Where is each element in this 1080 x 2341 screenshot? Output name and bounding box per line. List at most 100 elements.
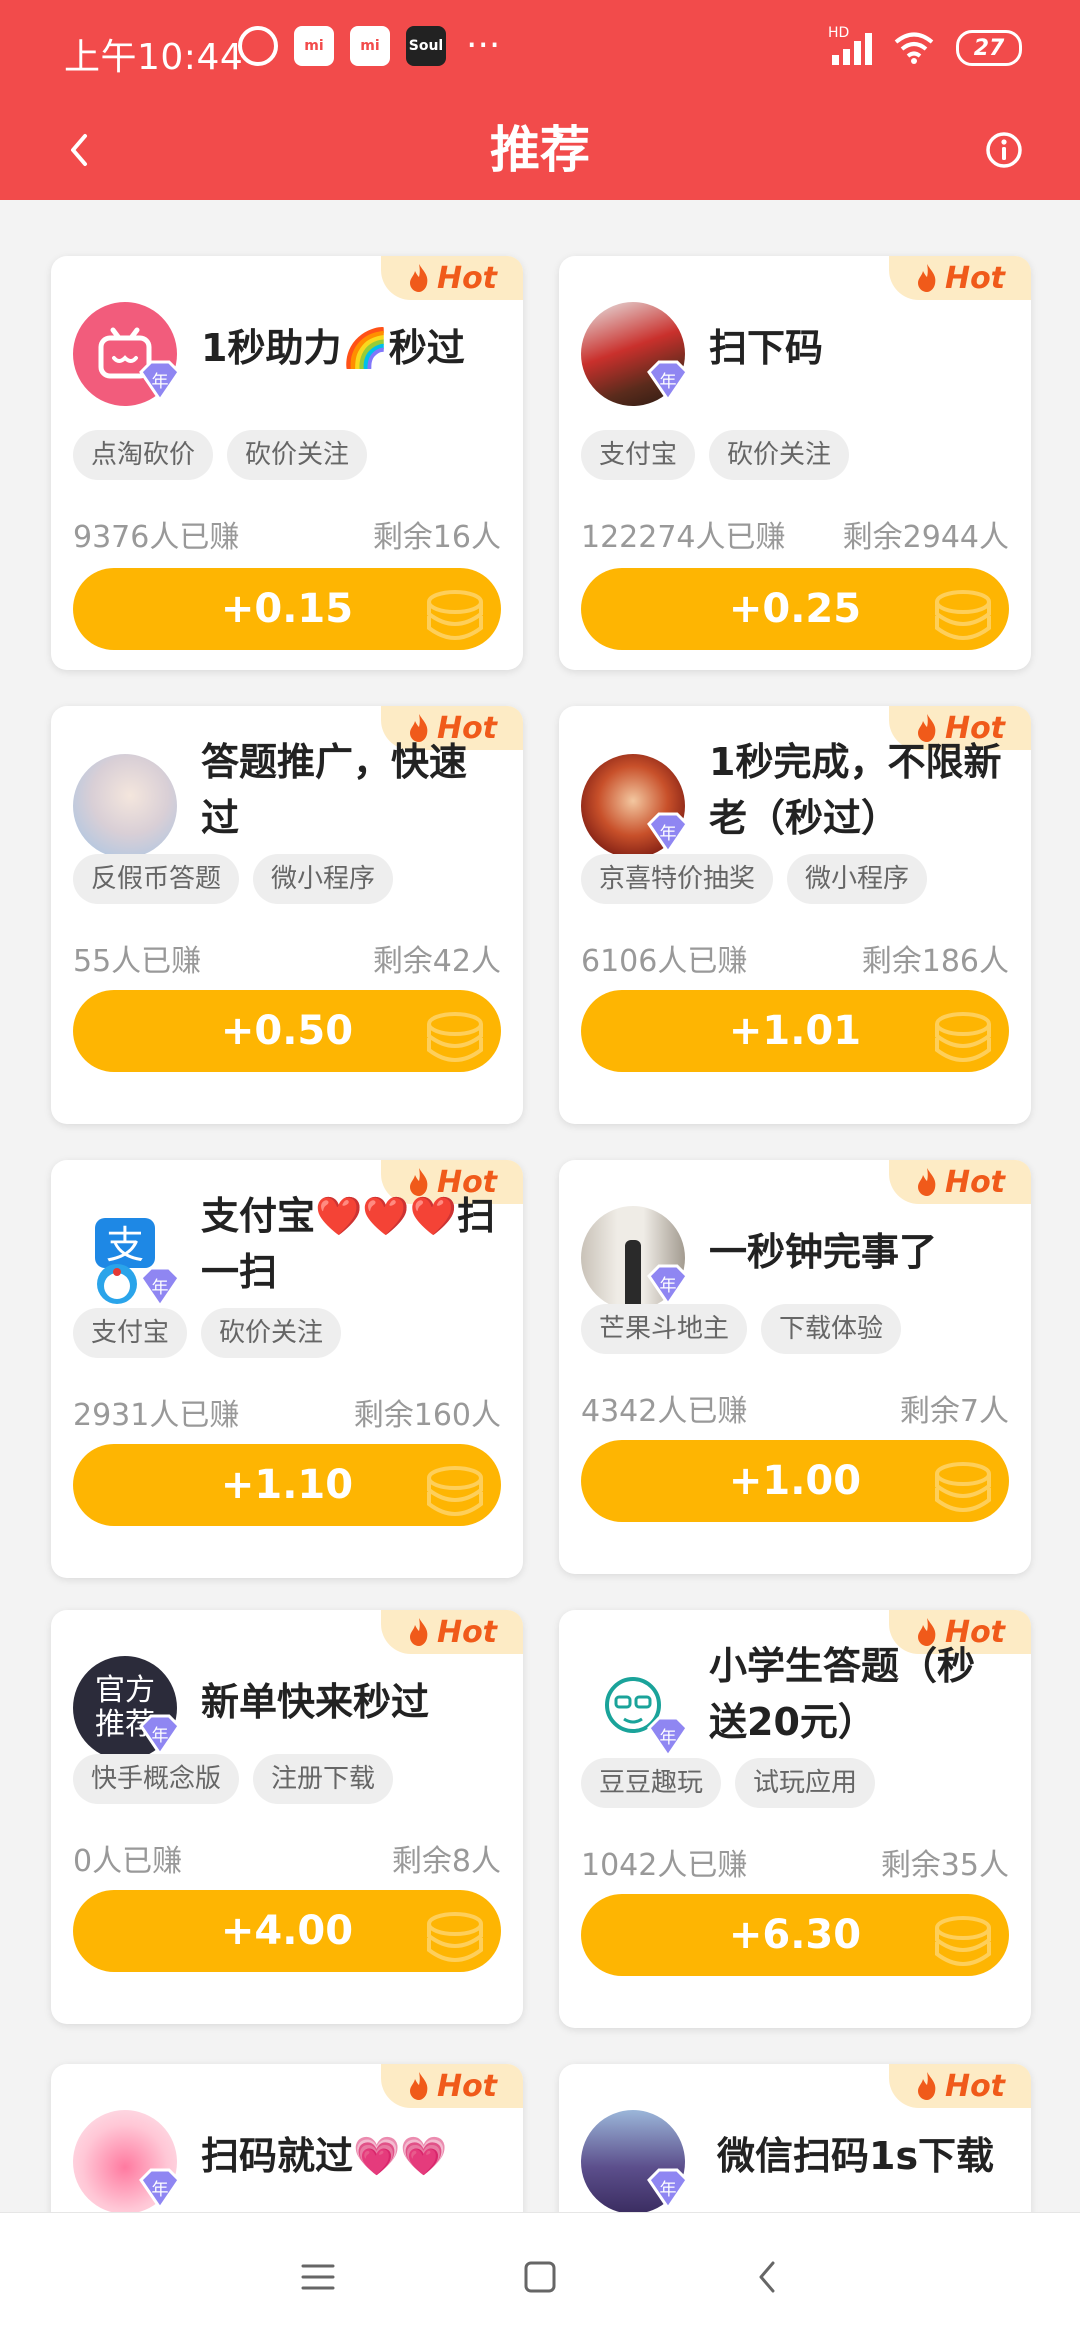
- coins-icon: [427, 1912, 483, 1962]
- flame-icon: [917, 264, 936, 292]
- svg-text:支: 支: [106, 1223, 144, 1267]
- year-badge: 年: [645, 810, 691, 856]
- reward-amount: +4.00: [220, 1908, 354, 1954]
- reward-amount: +1.10: [220, 1462, 354, 1508]
- avatar: 年: [581, 1658, 689, 1762]
- reward-button[interactable]: +1.01: [581, 990, 1009, 1072]
- app-bar: 推荐: [0, 100, 1080, 200]
- remaining-count: 剩余186人: [861, 944, 1009, 979]
- earned-count: 1042人已赚: [581, 1848, 748, 1883]
- avatar-text: 官方: [95, 1673, 155, 1708]
- year-badge: 年: [137, 1264, 183, 1310]
- tag-list: 支付宝 砍价关注: [581, 430, 850, 480]
- more-dots-icon: ···: [466, 25, 501, 66]
- earned-count: 0人已赚: [73, 1844, 183, 1879]
- coins-icon: [427, 1466, 483, 1516]
- coins-icon: [935, 590, 991, 640]
- menu-button[interactable]: [290, 2249, 346, 2305]
- task-stats: 4342人已赚 剩余7人: [581, 1386, 1009, 1430]
- remaining-count: 剩余7人: [899, 1394, 1009, 1429]
- coins-icon: [935, 1012, 991, 1062]
- year-badge: 年: [137, 2166, 183, 2212]
- tag-list: 点淘砍价 砍价关注: [73, 430, 368, 480]
- hd-label: HD: [828, 25, 850, 41]
- reward-button[interactable]: +1.00: [581, 1440, 1009, 1522]
- tag-list: 豆豆趣玩 试玩应用: [581, 1758, 876, 1808]
- remaining-count: 剩余8人: [391, 1844, 501, 1879]
- reward-button[interactable]: +6.30: [581, 1894, 1009, 1976]
- year-badge: 年: [645, 2166, 691, 2212]
- task-title: 一秒钟完事了: [709, 1230, 938, 1274]
- info-button[interactable]: [976, 122, 1032, 178]
- hot-badge: Hot: [381, 256, 523, 300]
- task-card[interactable]: Hot 年 一秒钟完事了 芒果斗地主 下载体验 4342人已赚 剩余7人 +1.…: [559, 1160, 1031, 1574]
- flame-icon: [917, 2072, 936, 2100]
- coins-icon: [935, 1462, 991, 1512]
- avatar: 年: [73, 302, 181, 406]
- hot-badge: Hot: [381, 1610, 523, 1654]
- remaining-count: 剩余2944人: [842, 520, 1009, 555]
- task-card[interactable]: Hot 年 小学生答题（秒送20元） 豆豆趣玩 试玩应用 1042人已赚 剩余3…: [559, 1610, 1031, 2028]
- tag: 反假币答题: [73, 854, 240, 904]
- task-title: 新单快来秒过: [201, 1680, 430, 1724]
- reward-button[interactable]: +0.15: [73, 568, 501, 650]
- task-card[interactable]: Hot 年 1秒完成，不限新老（秒过） 京喜特价抽奖 微小程序 6106人已赚 …: [559, 706, 1031, 1124]
- tag: 微小程序: [253, 854, 394, 904]
- tag-list: 快手概念版 注册下载: [73, 1754, 394, 1804]
- year-badge-label: 年: [152, 1726, 169, 1746]
- reward-amount: +6.30: [728, 1912, 862, 1958]
- tag-list: 京喜特价抽奖 微小程序: [581, 854, 928, 904]
- avatar: 官方 推荐 年: [73, 1656, 181, 1760]
- tag: 支付宝: [581, 430, 696, 480]
- hot-badge: Hot: [889, 256, 1031, 300]
- system-nav-bar: [0, 2212, 1080, 2341]
- task-card[interactable]: Hot 年 扫下码 支付宝 砍价关注 122274人已赚 剩余2944人 +0.…: [559, 256, 1031, 670]
- year-badge: 年: [137, 1712, 183, 1758]
- task-card[interactable]: Hot 支 年 支付宝❤️❤️❤️扫一扫 支付宝 砍价关注 2931人已赚 剩余…: [51, 1160, 523, 1578]
- coins-icon: [935, 1916, 991, 1966]
- tag: 注册下载: [253, 1754, 394, 1804]
- task-card[interactable]: Hot 答题推广，快速过 反假币答题 微小程序 55人已赚 剩余42人 +0.5…: [51, 706, 523, 1124]
- reward-amount: +0.25: [728, 586, 862, 632]
- earned-count: 2931人已赚: [73, 1398, 240, 1433]
- coins-icon: [427, 590, 483, 640]
- page-title: 推荐: [490, 121, 590, 179]
- tag-list: 支付宝 砍价关注: [73, 1308, 342, 1358]
- hot-badge: Hot: [889, 2064, 1031, 2108]
- reward-amount: +0.50: [220, 1008, 354, 1054]
- top-bar: 上午10:44 mi mi Soul ··· HD 27 推荐: [0, 0, 1080, 200]
- alarm-icon: [238, 26, 278, 66]
- task-card[interactable]: Hot 年 1秒助力🌈秒过 点淘砍价 砍价关注 9376人已赚 剩余16人 +0…: [51, 256, 523, 670]
- flame-icon: [409, 1618, 428, 1646]
- home-button[interactable]: [512, 2249, 568, 2305]
- reward-button[interactable]: +1.10: [73, 1444, 501, 1526]
- reward-button[interactable]: +0.50: [73, 990, 501, 1072]
- hot-badge: Hot: [889, 1160, 1031, 1204]
- tag: 下载体验: [761, 1304, 902, 1354]
- year-badge: 年: [645, 1714, 691, 1760]
- task-stats: 122274人已赚 剩余2944人: [581, 512, 1009, 556]
- earned-count: 9376人已赚: [73, 520, 240, 555]
- year-badge-label: 年: [152, 2180, 169, 2200]
- tag: 试玩应用: [735, 1758, 876, 1808]
- tag: 微小程序: [787, 854, 928, 904]
- task-stats: 6106人已赚 剩余186人: [581, 936, 1009, 980]
- task-card[interactable]: Hot 官方 推荐 年 新单快来秒过 快手概念版 注册下载 0人已赚 剩余8人 …: [51, 1610, 523, 2024]
- system-back-button[interactable]: [740, 2249, 796, 2305]
- reward-button[interactable]: +4.00: [73, 1890, 501, 1972]
- reward-button[interactable]: +0.25: [581, 568, 1009, 650]
- year-badge-label: 年: [660, 1728, 677, 1748]
- task-stats: 1042人已赚 剩余35人: [581, 1840, 1009, 1884]
- flame-icon: [409, 2072, 428, 2100]
- year-badge-label: 年: [660, 824, 677, 844]
- soul-icon: Soul: [406, 26, 446, 66]
- reward-amount: +0.15: [220, 586, 354, 632]
- tag: 砍价关注: [227, 430, 368, 480]
- mi-icon: mi: [294, 26, 334, 66]
- tag: 豆豆趣玩: [581, 1758, 722, 1808]
- year-badge: 年: [137, 358, 183, 404]
- remaining-count: 剩余35人: [880, 1848, 1009, 1883]
- hot-label: Hot: [944, 2068, 1006, 2104]
- task-title: 扫码就过💗💗: [201, 2134, 448, 2178]
- avatar: [73, 754, 177, 858]
